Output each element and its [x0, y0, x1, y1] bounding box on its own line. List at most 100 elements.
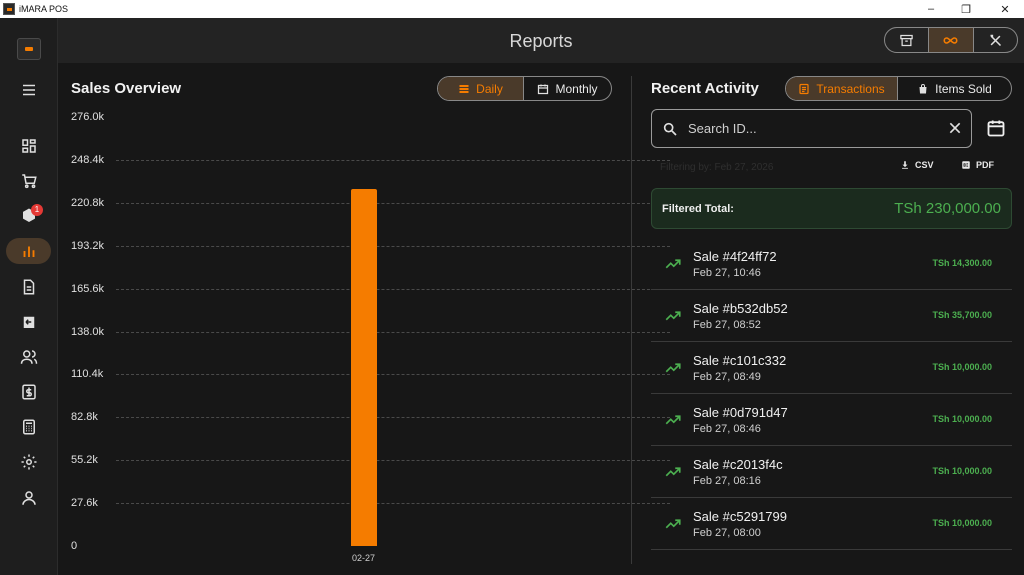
restore-button[interactable]: ❐ [947, 0, 985, 18]
sidebar-item-documents[interactable] [6, 274, 51, 300]
receipt-icon [799, 83, 809, 94]
sidebar-item-calculator[interactable] [6, 414, 51, 440]
menu-icon[interactable] [6, 77, 51, 103]
list-icon [459, 84, 469, 93]
search-input[interactable] [688, 121, 938, 136]
panel-divider [631, 76, 632, 564]
pdf-label: PDF [976, 160, 994, 170]
page-header: Reports [58, 18, 1024, 63]
activity-toggle: Transactions Items Sold [785, 76, 1012, 101]
infinity-view-button[interactable] [929, 28, 974, 52]
grid-line [116, 374, 670, 376]
clear-search-icon[interactable] [947, 120, 963, 136]
recent-activity-title: Recent Activity [651, 80, 759, 97]
close-window-button[interactable]: ✕ [986, 0, 1024, 18]
export-pdf-button[interactable]: PDF [961, 160, 994, 170]
minimize-button[interactable]: – [912, 0, 950, 18]
filter-note: Filtering by: Feb 27, 2026 [660, 162, 774, 173]
chart-bar[interactable] [351, 188, 377, 546]
grid-line [116, 417, 670, 419]
profile-icon [21, 491, 36, 505]
transaction-row[interactable]: Sale #c5291799 Feb 27, 08:00 TSh 10,000.… [651, 498, 1012, 550]
transaction-row[interactable]: Sale #4f24ff72 Feb 27, 10:46 TSh 14,300.… [651, 238, 1012, 290]
archive-view-button[interactable] [885, 28, 930, 52]
grid-line [116, 245, 670, 247]
transaction-row[interactable]: Sale #c2013f4c Feb 27, 08:16 TSh 10,000.… [651, 446, 1012, 498]
filtered-total-value: TSh 230,000.00 [894, 200, 1001, 217]
transaction-amount: TSh 14,300.00 [932, 258, 992, 268]
page-title: Reports [509, 31, 573, 51]
archive-icon [900, 34, 913, 46]
sales-bar-chart: 0 27.6k 55.2k 82.8k 110.4k 138.0k 165.6k 193.2k… [58, 105, 670, 570]
transaction-title: Sale #c2013f4c [693, 457, 783, 472]
export-csv-button[interactable]: CSV [900, 160, 934, 170]
settings-icon [21, 454, 36, 470]
document-icon [23, 279, 34, 295]
sidebar-item-customers[interactable] [6, 344, 51, 370]
trending-up-icon [665, 519, 681, 529]
grid-line [116, 331, 670, 333]
sidebar-item-reports[interactable] [6, 238, 51, 264]
transaction-row[interactable]: Sale #c101c332 Feb 27, 08:49 TSh 10,000.… [651, 342, 1012, 394]
transaction-title: Sale #0d791d47 [693, 405, 788, 420]
y-axis-tick-label: 0 [71, 540, 78, 552]
transaction-list: Sale #4f24ff72 Feb 27, 10:46 TSh 14,300.… [651, 238, 1012, 550]
items-sold-toggle-button[interactable]: Items Sold [898, 77, 1011, 100]
cash-icon [21, 384, 36, 400]
transaction-row[interactable]: Sale #0d791d47 Feb 27, 08:46 TSh 10,000.… [651, 394, 1012, 446]
y-axis-tick-label: 27.6k [71, 497, 98, 510]
filtered-total-card: Filtered Total: TSh 230,000.00 [651, 188, 1012, 229]
infinity-icon [943, 36, 958, 44]
y-axis-tick-label: 55.2k [71, 454, 98, 467]
filtered-total-label: Filtered Total: [662, 203, 734, 215]
search-field [651, 109, 972, 148]
sidebar-item-settings[interactable] [6, 449, 51, 475]
dashboard-icon [21, 139, 36, 153]
reports-icon [23, 246, 34, 257]
download-icon [902, 161, 908, 169]
y-axis-tick-label: 82.8k [71, 411, 98, 424]
grid-line [116, 159, 670, 161]
transaction-date: Feb 27, 08:49 [693, 371, 761, 383]
daily-toggle-button[interactable]: Daily [438, 77, 525, 100]
transaction-amount: TSh 10,000.00 [932, 362, 992, 372]
transaction-date: Feb 27, 10:46 [693, 267, 761, 279]
transaction-title: Sale #4f24ff72 [693, 249, 777, 264]
transaction-date: Feb 27, 08:52 [693, 319, 761, 331]
x-axis-tick-label: 02-27 [352, 553, 376, 563]
transactions-label: Transactions [816, 81, 885, 96]
transaction-date: Feb 27, 08:00 [693, 527, 761, 539]
transaction-title: Sale #b532db52 [693, 301, 788, 316]
transaction-amount: TSh 35,700.00 [932, 310, 992, 320]
trending-up-icon [665, 467, 681, 477]
grid-line [116, 288, 670, 290]
transaction-title: Sale #c5291799 [693, 509, 787, 524]
y-axis-tick-label: 248.4k [71, 153, 105, 166]
sidebar-item-returns[interactable] [6, 309, 51, 335]
y-axis-tick-label: 220.8k [71, 196, 105, 209]
window-title: iMARA POS [19, 4, 69, 14]
daily-label: Daily [476, 81, 503, 96]
calendar-month-icon [538, 84, 549, 94]
transactions-toggle-button[interactable]: Transactions [786, 77, 899, 100]
sidebar-item-profile[interactable] [6, 485, 51, 511]
y-axis-tick-label: 138.0k [71, 325, 105, 338]
transaction-row[interactable]: Sale #b532db52 Feb 27, 08:52 TSh 35,700.… [651, 290, 1012, 342]
y-axis-tick-label: 165.6k [71, 282, 105, 295]
notification-badge: 1 [31, 204, 43, 216]
tools-view-button[interactable] [974, 28, 1017, 52]
shopping-bag-icon [919, 83, 927, 93]
calendar-icon[interactable] [986, 118, 1006, 138]
sidebar-item-inventory[interactable]: 1 [6, 203, 51, 229]
grid-line [116, 503, 670, 505]
monthly-toggle-button[interactable]: Monthly [524, 77, 611, 100]
returns-icon [23, 316, 34, 328]
cart-icon [21, 174, 37, 189]
sidebar-item-cash[interactable] [6, 379, 51, 405]
transaction-amount: TSh 10,000.00 [932, 466, 992, 476]
trending-up-icon [665, 415, 681, 425]
transaction-date: Feb 27, 08:46 [693, 423, 761, 435]
csv-label: CSV [915, 160, 934, 170]
sidebar-item-dashboard[interactable] [6, 133, 51, 159]
sidebar-item-sales[interactable] [6, 168, 51, 194]
